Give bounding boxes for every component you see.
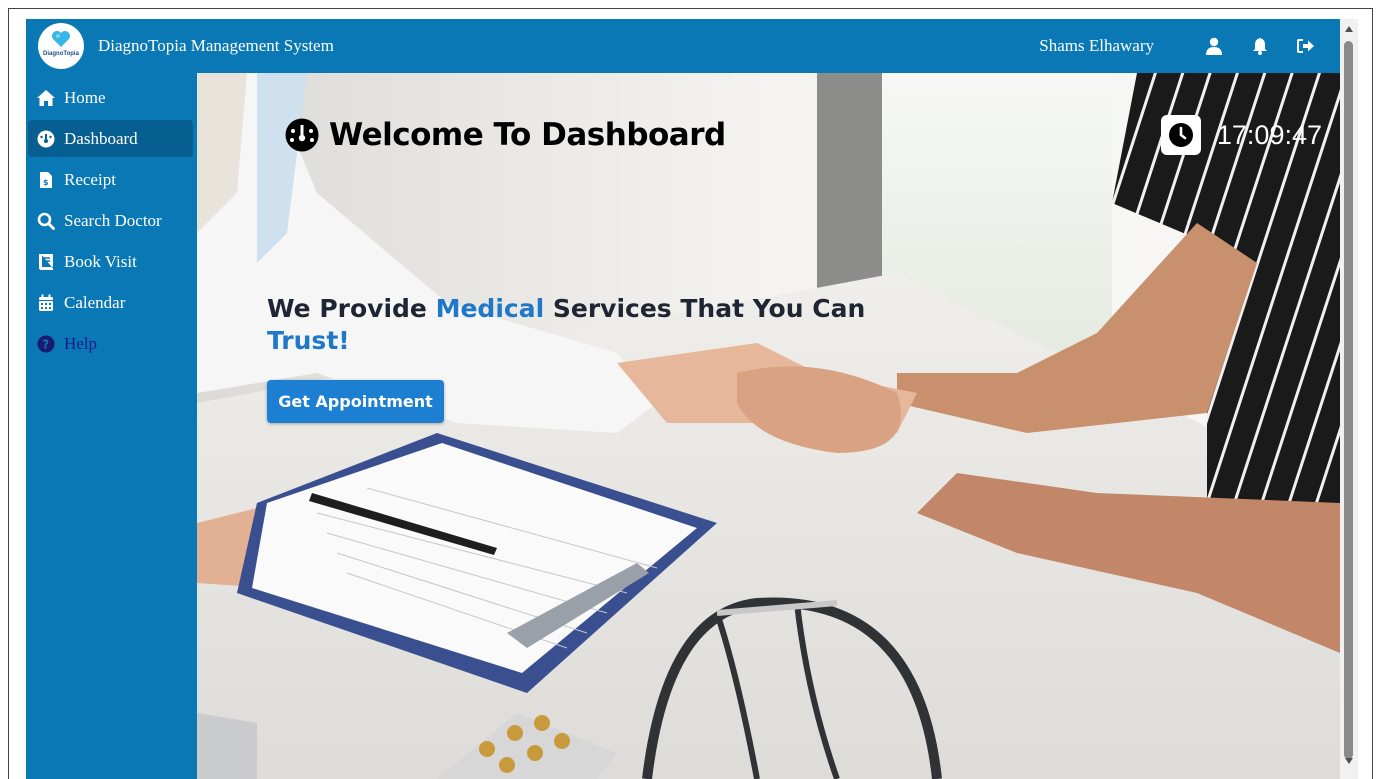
sidebar-item-label: Calendar — [64, 292, 126, 312]
bell-icon[interactable] — [1250, 36, 1270, 56]
sidebar-item-label: Dashboard — [64, 128, 138, 148]
sidebar-item-help[interactable]: ? Help — [28, 325, 193, 362]
sidebar-item-dashboard[interactable]: Dashboard — [28, 120, 193, 157]
top-right-controls: Shams Elhawary — [1039, 19, 1316, 73]
sidebar-item-label: Search Doctor — [64, 210, 162, 230]
sidebar-item-label: Receipt — [64, 169, 116, 189]
book-icon — [36, 252, 56, 272]
app-title: DiagnoTopia Management System — [98, 36, 334, 55]
hero-background-image — [197, 73, 1340, 779]
welcome-text: Welcome To Dashboard — [329, 117, 726, 153]
hero-tagline: We Provide Medical Services That You Can… — [267, 293, 907, 357]
tagline-text: Services That You Can — [544, 294, 866, 323]
welcome-heading: Welcome To Dashboard — [285, 117, 726, 153]
clock-icon — [1160, 115, 1201, 155]
scroll-down-arrow-icon[interactable] — [1340, 753, 1358, 769]
home-icon — [36, 88, 56, 108]
sidebar-item-book-visit[interactable]: Book Visit — [28, 243, 193, 280]
tagline-text: We Provide — [267, 294, 436, 323]
dashboard-hero: Welcome To Dashboard 17:09:47 We Provide… — [197, 73, 1340, 779]
sidebar-item-label: Help — [64, 333, 98, 353]
sidebar-item-receipt[interactable]: $ Receipt — [28, 161, 193, 198]
user-icon[interactable] — [1204, 36, 1224, 56]
calendar-icon — [36, 293, 56, 313]
get-appointment-button[interactable]: Get Appointment — [267, 380, 444, 423]
app-logo[interactable]: DiagnoTopia — [38, 23, 84, 69]
dashboard-icon — [36, 129, 56, 149]
sidebar-item-label: Home — [64, 87, 106, 107]
scrollbar-thumb[interactable] — [1344, 41, 1353, 759]
receipt-icon: $ — [36, 170, 56, 190]
sidebar-item-label: Book Visit — [64, 251, 137, 271]
help-icon: ? — [36, 334, 56, 354]
sidebar-item-search-doctor[interactable]: Search Doctor — [28, 202, 193, 239]
user-name[interactable]: Shams Elhawary — [1039, 36, 1154, 56]
search-icon — [36, 211, 56, 231]
sidebar-item-home[interactable]: Home — [28, 79, 193, 116]
tagline-highlight: Medical — [435, 294, 545, 323]
heart-logo-icon — [52, 31, 70, 47]
tagline-highlight: Trust! — [267, 326, 350, 355]
page-scrollbar[interactable] — [1340, 19, 1358, 779]
scroll-up-arrow-icon[interactable] — [1340, 21, 1358, 37]
dashboard-gauge-icon — [285, 118, 319, 152]
svg-text:$: $ — [43, 178, 49, 187]
sidebar: Home Dashboard $ Receipt Search Doctor B… — [26, 73, 197, 779]
logo-text: DiagnoTopia — [43, 51, 79, 57]
sidebar-item-calendar[interactable]: Calendar — [28, 284, 193, 321]
logout-icon[interactable] — [1296, 36, 1316, 56]
clock-time: 17:09:47 — [1216, 119, 1322, 150]
top-bar: DiagnoTopia DiagnoTopia Management Syste… — [26, 19, 1340, 73]
clock-widget: 17:09:47 — [1160, 115, 1322, 155]
svg-text:?: ? — [42, 337, 49, 351]
